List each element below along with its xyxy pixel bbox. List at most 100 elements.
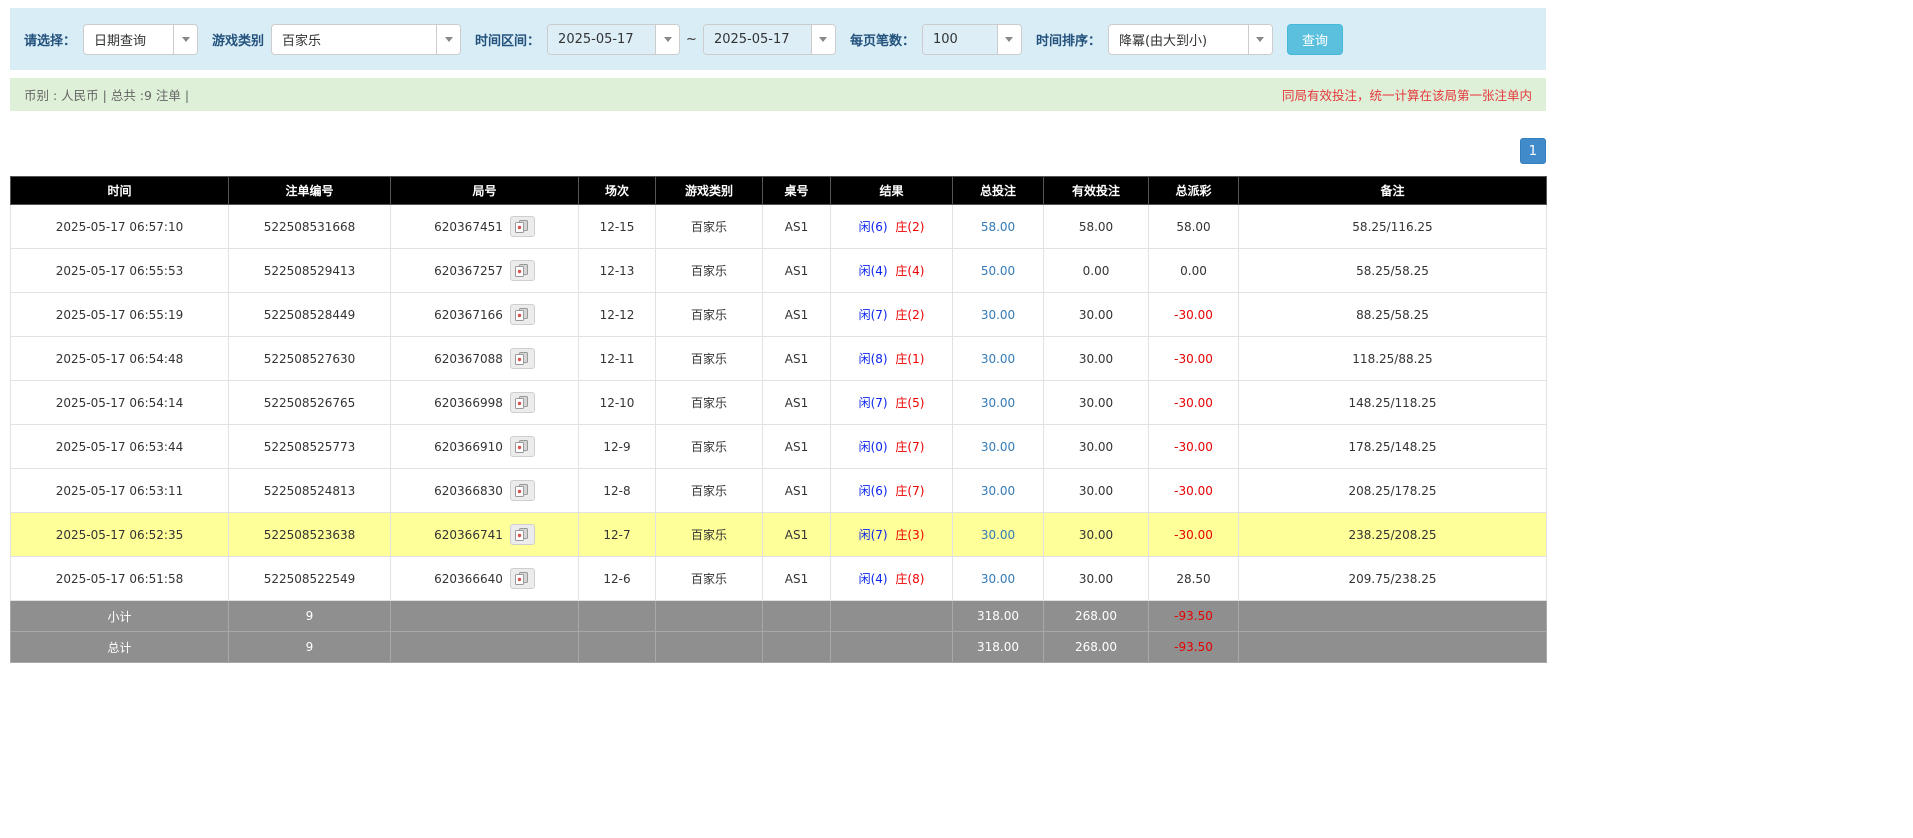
table-number: AS1 (762, 512, 831, 557)
info-bar: 币别 : 人民币 | 总共 :9 注单 | 同局有效投注，统一计算在该局第一张注… (10, 78, 1546, 111)
column-header-time: 时间 (10, 176, 229, 205)
game-type-cell: 百家乐 (655, 556, 763, 601)
view-cards-icon[interactable] (509, 304, 535, 325)
session-number: 12-15 (578, 204, 656, 249)
result-cell: 闲(7) 庄(3) (830, 512, 953, 557)
sort-order-select[interactable]: 降冪(由大到小) (1107, 23, 1273, 55)
subtotal-label: 小计 (10, 600, 229, 632)
payout: -30.00 (1148, 424, 1239, 469)
round-number: 620366741 (434, 527, 503, 542)
grand-total-total-bet: 318.00 (952, 631, 1044, 663)
note: 178.25/148.25 (1238, 424, 1547, 469)
banker-result: 庄(7) (895, 484, 925, 498)
session-number: 12-12 (578, 292, 656, 337)
view-cards-icon[interactable] (509, 524, 535, 545)
date-range-separator: ~ (686, 31, 697, 47)
view-cards-icon[interactable] (509, 392, 535, 413)
total-bet-link[interactable]: 30.00 (952, 424, 1044, 469)
game-type-cell: 百家乐 (655, 468, 763, 513)
game-type-value: 百家乐 (282, 33, 322, 49)
table-row: 2025-05-17 06:52:35 522508523638 6203667… (10, 512, 1547, 557)
table-number: AS1 (762, 556, 831, 601)
date-range-label: 时间区间： (475, 33, 541, 49)
query-type-select[interactable]: 日期查询 (83, 23, 199, 55)
page-size-label: 每页笔数： (849, 33, 915, 49)
filter-bar: 请选择： 日期查询 游戏类别 百家乐 时间区间： 2025-05-17 ~ 20… (10, 8, 1546, 70)
banker-result: 庄(7) (895, 440, 925, 454)
date-to-select[interactable]: 2025-05-17 (702, 23, 836, 55)
session-number: 12-7 (578, 512, 656, 557)
bet-id: 522508524813 (228, 468, 391, 513)
note: 208.25/178.25 (1238, 468, 1547, 513)
game-type-cell: 百家乐 (655, 512, 763, 557)
column-header-result: 结果 (830, 176, 953, 205)
subtotal-valid-bet: 268.00 (1043, 600, 1149, 632)
table-number: AS1 (762, 248, 831, 293)
grand-total-label: 总计 (10, 631, 229, 663)
valid-bet: 30.00 (1043, 468, 1149, 513)
view-cards-icon[interactable] (509, 348, 535, 369)
game-type-cell: 百家乐 (655, 424, 763, 469)
round-number: 620367451 (434, 219, 503, 234)
table-number: AS1 (762, 424, 831, 469)
total-bet-link[interactable]: 30.00 (952, 292, 1044, 337)
view-cards-icon[interactable] (509, 436, 535, 457)
valid-bet: 30.00 (1043, 556, 1149, 601)
game-type-cell: 百家乐 (655, 248, 763, 293)
payout: 0.00 (1148, 248, 1239, 293)
view-cards-icon[interactable] (509, 480, 535, 501)
note: 58.25/58.25 (1238, 248, 1547, 293)
page-size-select[interactable]: 100 (921, 23, 1022, 55)
payout: 28.50 (1148, 556, 1239, 601)
table-row: 2025-05-17 06:55:53 522508529413 6203672… (10, 248, 1547, 293)
total-bet-link[interactable]: 30.00 (952, 556, 1044, 601)
round-number: 620366640 (434, 571, 503, 586)
view-cards-icon[interactable] (509, 568, 535, 589)
page-button-1[interactable]: 1 (1519, 138, 1546, 164)
result-cell: 闲(4) 庄(4) (830, 248, 953, 293)
banker-result: 庄(2) (895, 308, 925, 322)
round-number: 620366910 (434, 439, 503, 454)
bet-id: 522508522549 (228, 556, 391, 601)
column-header-payout: 总派彩 (1148, 176, 1239, 205)
round-cell: 620367088 (390, 336, 579, 381)
valid-bet: 30.00 (1043, 424, 1149, 469)
player-result: 闲(0) (858, 440, 888, 454)
bet-id: 522508526765 (228, 380, 391, 425)
player-result: 闲(4) (858, 572, 888, 586)
payout: -30.00 (1148, 336, 1239, 381)
payout: -30.00 (1148, 468, 1239, 513)
note: 238.25/208.25 (1238, 512, 1547, 557)
chevron-down-icon (436, 24, 461, 54)
session-number: 12-10 (578, 380, 656, 425)
total-bet-link[interactable]: 30.00 (952, 468, 1044, 513)
notice-text: 同局有效投注，统一计算在该局第一张注单内 (1281, 88, 1532, 103)
round-cell: 620367166 (390, 292, 579, 337)
view-cards-icon[interactable] (509, 216, 535, 237)
bet-id: 522508531668 (228, 204, 391, 249)
grand-total-count: 9 (228, 631, 391, 663)
table-row: 2025-05-17 06:55:19 522508528449 6203671… (10, 292, 1547, 337)
column-header-total-bet: 总投注 (952, 176, 1044, 205)
result-cell: 闲(0) 庄(7) (830, 424, 953, 469)
note: 88.25/58.25 (1238, 292, 1547, 337)
search-button[interactable]: 查询 (1286, 23, 1343, 55)
sort-order-label: 时间排序： (1035, 33, 1101, 49)
total-bet-link[interactable]: 50.00 (952, 248, 1044, 293)
game-type-select[interactable]: 百家乐 (271, 23, 462, 55)
total-bet-link[interactable]: 30.00 (952, 512, 1044, 557)
valid-bet: 58.00 (1043, 204, 1149, 249)
session-number: 12-9 (578, 424, 656, 469)
chevron-down-icon (655, 24, 680, 54)
total-bet-link[interactable]: 30.00 (952, 380, 1044, 425)
bet-time: 2025-05-17 06:53:44 (10, 424, 229, 469)
date-from-select[interactable]: 2025-05-17 (547, 23, 681, 55)
view-cards-icon[interactable] (509, 260, 535, 281)
result-cell: 闲(8) 庄(1) (830, 336, 953, 381)
total-bet-link[interactable]: 30.00 (952, 336, 1044, 381)
round-number: 620367257 (434, 263, 503, 278)
bet-time: 2025-05-17 06:51:58 (10, 556, 229, 601)
game-type-cell: 百家乐 (655, 204, 763, 249)
table-number: AS1 (762, 336, 831, 381)
total-bet-link[interactable]: 58.00 (952, 204, 1044, 249)
